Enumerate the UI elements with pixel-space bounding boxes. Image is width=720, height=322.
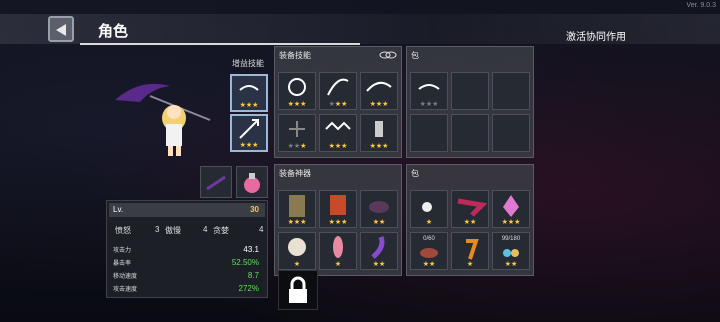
crystal-icon — [503, 195, 519, 217]
dash-skill-icon — [418, 84, 440, 90]
level-bar: Lv. 30 — [109, 203, 265, 217]
skill-slot[interactable]: ★★★ — [360, 72, 398, 110]
activate-synergy-button[interactable]: 激活协同作用 — [566, 28, 626, 43]
panel-title: 装备神器 — [279, 169, 311, 178]
trait-label-3: 贪婪 — [213, 226, 229, 235]
skill-slot[interactable]: ★★★ — [360, 114, 398, 152]
trait-label-2: 傲慢 — [165, 226, 181, 235]
fur-icon — [288, 238, 306, 256]
artifact-slot[interactable]: ★ — [319, 232, 357, 270]
bag-slot-empty[interactable] — [410, 114, 448, 152]
artifact-slot[interactable]: ★★ — [360, 190, 398, 228]
locked-slot — [278, 270, 318, 310]
panel-title: 装备技能 — [279, 51, 311, 60]
orb-icon — [422, 202, 432, 212]
skill-slot[interactable]: ★★★ — [319, 114, 357, 152]
item-count: 99/180 — [501, 236, 521, 242]
trait-label-1: 愤怒 — [115, 226, 131, 235]
skill-slot[interactable]: ★★★ — [278, 72, 316, 110]
slash-skill-icon — [327, 78, 349, 96]
stats-panel: Lv. 30 愤怒 3 傲慢 4 贪婪 4 攻击力 43.1 暴击率 52.50% … — [106, 200, 268, 298]
target-skill-icon — [288, 78, 306, 96]
header-underline — [80, 43, 360, 45]
armor-icon — [330, 195, 346, 215]
sword-skill-icon — [239, 119, 259, 139]
bag-item-slot[interactable]: 99/180 ★★ — [492, 232, 530, 270]
gain-skill-slot-2[interactable]: ★★★ — [230, 114, 268, 152]
panel-title: 包 — [411, 169, 419, 178]
star-rating: ★★★ — [239, 102, 259, 109]
stat-row: 攻击力 43.1 — [113, 245, 259, 254]
stat-row: 移动速度 8.7 — [113, 271, 259, 280]
character-sprite — [115, 83, 211, 156]
bag-item-slot[interactable]: ★★★ — [492, 190, 530, 228]
bag-slot[interactable]: ★★★ — [410, 72, 448, 110]
panel-title: 包 — [411, 51, 419, 60]
level-value: 30 — [250, 205, 259, 214]
bag-slot-empty[interactable] — [451, 72, 489, 110]
item-count: 0/60 — [423, 236, 435, 242]
crawler-icon — [369, 201, 389, 213]
scythe-icon — [206, 175, 226, 191]
level-label: Lv. — [113, 205, 124, 214]
bag-item-slot[interactable]: ★ — [410, 190, 448, 228]
bag-slot-empty[interactable] — [492, 114, 530, 152]
bag-item-slot[interactable]: 0/60 ★★ — [410, 232, 448, 270]
bag-slot-empty[interactable] — [492, 72, 530, 110]
potion-slot[interactable] — [236, 166, 268, 198]
cloak-icon — [289, 195, 305, 217]
artifact-slot[interactable]: ★★★ — [278, 190, 316, 228]
bag-slot-empty[interactable] — [451, 114, 489, 152]
gain-skills-label: 增益技能 — [232, 59, 264, 68]
version-label: Ver. 9.0.3 — [686, 2, 716, 9]
trait-value-1: 3 — [155, 225, 160, 234]
wave-skill-icon — [366, 81, 392, 92]
link-icon[interactable] — [379, 50, 397, 60]
dash-skill-icon — [239, 85, 259, 91]
stat-row: 暴击率 52.50% — [113, 258, 259, 267]
weapon-slot[interactable] — [200, 166, 232, 198]
page-title: 角色 — [98, 23, 129, 40]
bag-item-slot[interactable]: ★ — [451, 232, 489, 270]
bag-item-slot[interactable]: ★★ — [451, 190, 489, 228]
skill-slot[interactable]: ★★★ — [278, 114, 316, 152]
burst-skill-icon — [289, 121, 305, 137]
flame-icon — [466, 239, 479, 260]
artifact-slot[interactable]: ★ — [278, 232, 316, 270]
potion-icon — [244, 173, 260, 193]
hammer-skill-icon — [375, 121, 383, 137]
gain-skill-slot-1[interactable]: ★★★ — [230, 74, 268, 112]
claw-icon — [371, 236, 385, 259]
spike-skill-icon — [325, 121, 351, 131]
feather-icon — [333, 236, 343, 258]
trait-value-2: 4 — [203, 225, 208, 234]
skill-slot[interactable]: ★★★ — [319, 72, 357, 110]
stat-row: 攻击速度 272% — [113, 284, 259, 293]
star-rating: ★★★ — [239, 142, 259, 149]
back-button[interactable] — [48, 16, 74, 42]
trait-value-3: 4 — [259, 225, 264, 234]
lock-icon — [289, 276, 307, 303]
artifact-slot[interactable]: ★★★ — [319, 190, 357, 228]
artifact-slot[interactable]: ★★ — [360, 232, 398, 270]
scarf-icon — [457, 198, 488, 217]
